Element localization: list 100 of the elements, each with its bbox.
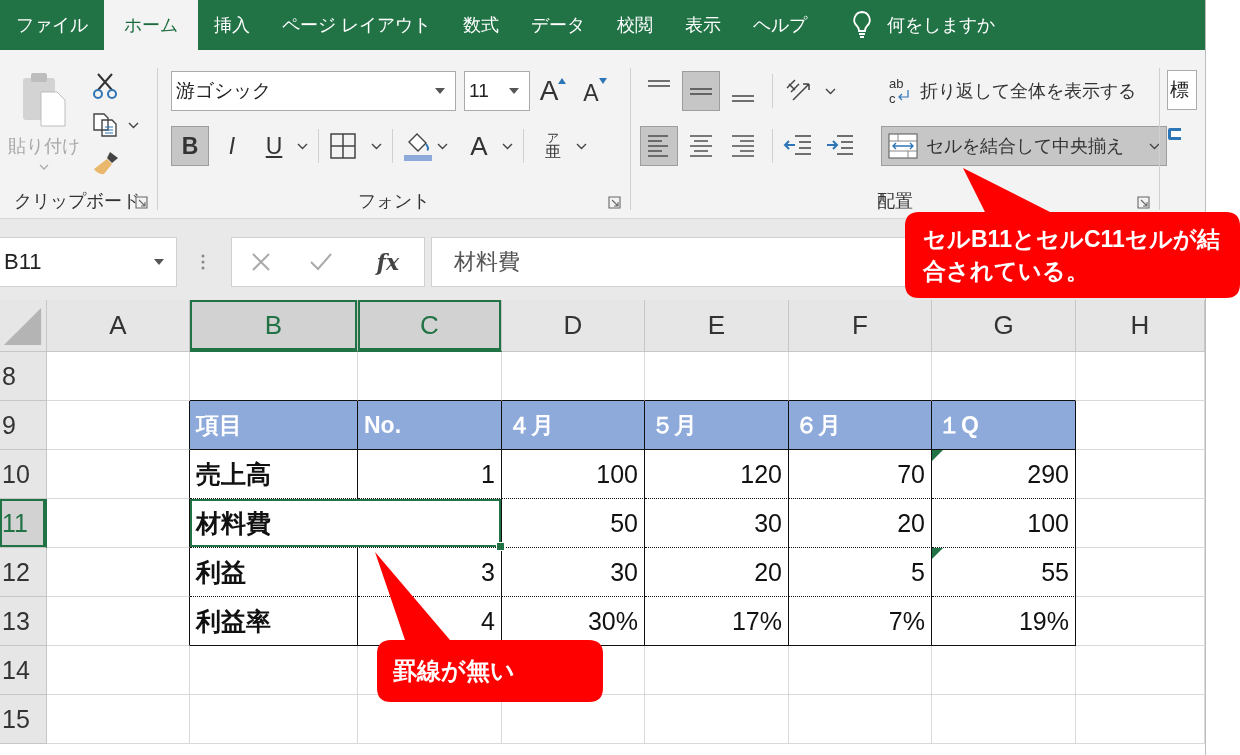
table-cell: 17%	[645, 597, 789, 646]
align-middle-icon	[690, 87, 712, 95]
column-header[interactable]: E	[645, 300, 789, 352]
menu-tab[interactable]: データ	[515, 0, 601, 50]
row-header[interactable]: 8	[0, 352, 47, 401]
menu-tab[interactable]: 表示	[669, 0, 737, 50]
column-heading-cell: 項目	[190, 401, 358, 450]
bold-button[interactable]: B	[171, 126, 209, 166]
grow-font-button[interactable]: A	[534, 71, 572, 111]
column-header[interactable]: A	[47, 300, 190, 352]
table-cell: 30	[502, 548, 645, 597]
name-box[interactable]: B11	[0, 236, 177, 287]
menu-tab[interactable]: 校閲	[601, 0, 669, 50]
cell-style-field[interactable]: 標	[1167, 70, 1197, 110]
menu-tab[interactable]: ファイル	[0, 0, 104, 50]
table-cell: 売上高	[190, 450, 358, 499]
row-header[interactable]: 15	[0, 695, 47, 744]
copy-icon[interactable]	[92, 112, 118, 138]
table-cell: 利益率	[190, 597, 358, 646]
phonetic-button[interactable]: ア 亜	[534, 126, 572, 166]
dropdown-icon[interactable]	[435, 88, 445, 94]
column-header[interactable]: G	[932, 300, 1076, 352]
column-heading-cell: ５月	[645, 401, 789, 450]
table-cell: 20	[645, 548, 789, 597]
caret-icon[interactable]	[128, 121, 139, 129]
table-cell: 1	[358, 450, 502, 499]
group-label: クリップボード	[14, 190, 140, 213]
group-label: フォント	[358, 190, 430, 213]
table-cell: 5	[789, 548, 932, 597]
shrink-font-button[interactable]: A	[576, 71, 614, 111]
triangle-down-icon	[598, 78, 607, 84]
column-heading-cell: ４月	[502, 401, 645, 450]
dropdown-icon[interactable]	[509, 88, 519, 94]
vertical-align-button[interactable]	[682, 71, 720, 111]
font-color-button[interactable]: A	[460, 126, 498, 166]
dropdown-icon[interactable]	[154, 258, 164, 265]
column-header[interactable]: D	[502, 300, 645, 352]
lightbulb-icon[interactable]	[851, 10, 873, 40]
menu-tab[interactable]: 数式	[447, 0, 515, 50]
caret-icon[interactable]	[297, 142, 308, 150]
caret-icon[interactable]	[825, 87, 836, 95]
table-cell: 30	[645, 499, 789, 548]
table-cell: 50	[502, 499, 645, 548]
column-heading-cell: １Q	[932, 401, 1076, 450]
row-header[interactable]: 10	[0, 450, 47, 499]
menu-tab[interactable]: ヘルプ	[737, 0, 823, 50]
vertical-dots-icon[interactable]	[201, 252, 205, 271]
caret-icon[interactable]	[576, 142, 587, 150]
table-cell: 19%	[932, 597, 1076, 646]
column-header[interactable]: C	[358, 300, 502, 352]
table-cell: 20	[789, 499, 932, 548]
italic-button[interactable]: I	[213, 126, 251, 166]
column-heading-cell: ６月	[789, 401, 932, 450]
callout-tooltip-text: 罫線が無い	[393, 656, 515, 687]
table-cell: 120	[645, 450, 789, 499]
table-cell: 55	[932, 548, 1076, 597]
table-cell: 70	[789, 450, 932, 499]
underline-button[interactable]: U	[255, 126, 293, 166]
tell-me-search[interactable]: 何をしますか	[887, 13, 995, 37]
column-header[interactable]: H	[1076, 300, 1205, 352]
horizontal-align-button[interactable]	[640, 126, 678, 166]
caret-icon[interactable]	[437, 142, 448, 150]
scissors-icon[interactable]	[92, 72, 118, 100]
menu-tab[interactable]: ホーム	[104, 0, 198, 50]
row-header[interactable]: 9	[0, 401, 47, 450]
enter-check-icon[interactable]	[308, 251, 333, 272]
table-cell: 290	[932, 450, 1076, 499]
align-bottom-icon	[732, 95, 754, 102]
menu-tab[interactable]: ページ レイアウト	[266, 0, 447, 50]
dialog-launcher-icon[interactable]	[608, 196, 621, 209]
triangle-up-icon	[558, 78, 567, 84]
column-heading-cell: No.	[358, 401, 502, 450]
format-painter-icon[interactable]	[92, 150, 120, 176]
table-cell: 100	[932, 499, 1076, 548]
table-cell: 材料費	[190, 499, 502, 548]
align-top-icon	[648, 80, 670, 87]
insert-function-button[interactable]: fx	[370, 247, 406, 276]
table-cell: 利益	[190, 548, 358, 597]
wrap-text-button[interactable]: ab c 折り返して全体を表示する	[881, 71, 1143, 111]
row-header[interactable]: 14	[0, 646, 47, 695]
merge-icon	[888, 133, 918, 159]
menu-tab[interactable]: 挿入	[198, 0, 266, 50]
row-header[interactable]: 12	[0, 548, 47, 597]
merge-center-button[interactable]: セルを結合して中央揃え	[881, 126, 1167, 166]
row-header[interactable]: 13	[0, 597, 47, 646]
caret-icon[interactable]	[371, 142, 382, 150]
table-cell: 7%	[789, 597, 932, 646]
group-label: 配置	[877, 190, 913, 213]
table-cell: 100	[502, 450, 645, 499]
borders-icon[interactable]	[329, 132, 357, 160]
font-size-field[interactable]: 11	[464, 71, 530, 111]
column-header[interactable]: F	[789, 300, 932, 352]
align-center-icon	[688, 133, 714, 159]
align-right-icon	[730, 133, 756, 159]
caret-icon[interactable]	[502, 142, 513, 150]
row-header[interactable]: 11	[0, 499, 47, 548]
fill-handle[interactable]	[496, 542, 505, 551]
font-name-field[interactable]: 游ゴシック	[171, 71, 456, 111]
column-header[interactable]: B	[190, 300, 358, 352]
dialog-launcher-icon[interactable]	[1137, 196, 1150, 209]
